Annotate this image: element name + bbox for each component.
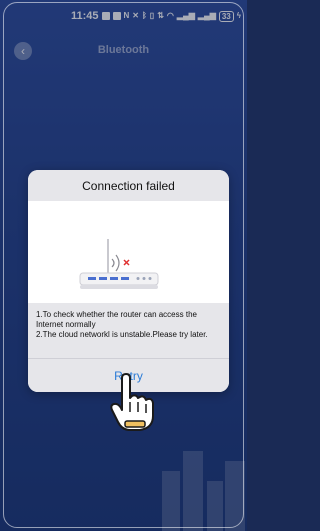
connection-failed-dialog: Connection failed 1.To check whether the… — [28, 170, 229, 392]
app-screen: 11:45 N ✕ ᛒ ▯ ⇅ ◠ ▂▄▆ ▂▄▆ 33 ϟ ‹ Bluetoo… — [0, 0, 247, 531]
dialog-title: Connection failed — [28, 170, 229, 201]
error-message-2: 2.The cloud networkl is unstable.Please … — [36, 330, 208, 339]
router-no-signal-icon — [79, 239, 159, 289]
error-message-1: 1.To check whether the router can access… — [36, 310, 197, 329]
dialog-illustration — [28, 201, 229, 303]
error-messages: 1.To check whether the router can access… — [28, 303, 229, 358]
tap-hand-icon — [110, 373, 154, 431]
